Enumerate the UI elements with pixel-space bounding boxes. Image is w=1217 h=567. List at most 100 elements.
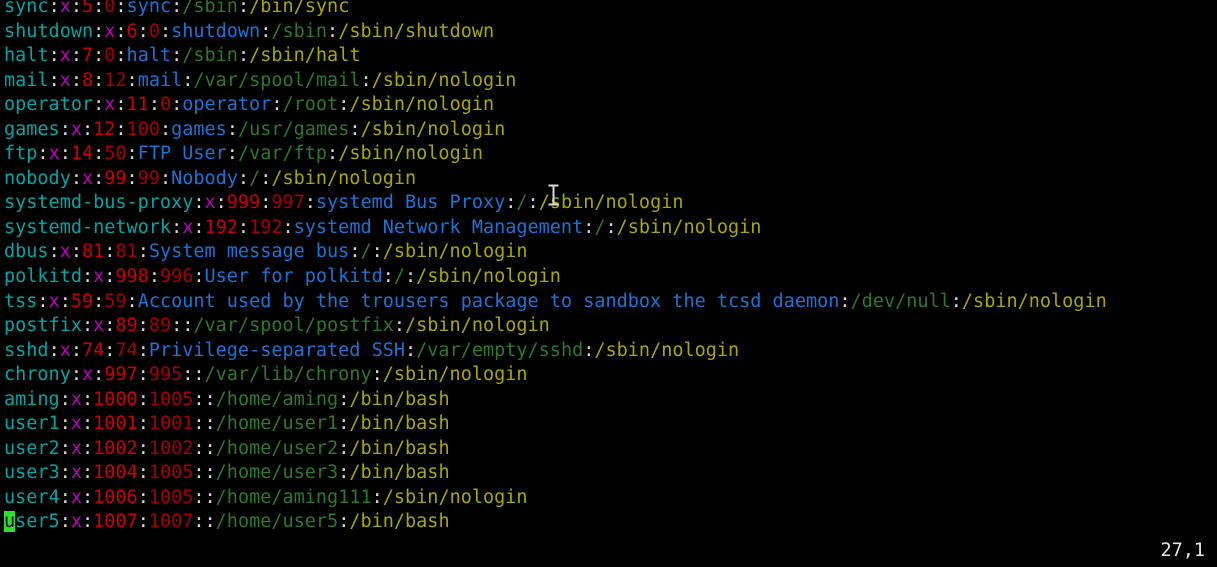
- passwd-field-username: tss: [4, 290, 38, 312]
- passwd-field-separator: :: [115, 0, 127, 17]
- passwd-field-password: x: [59, 241, 71, 263]
- passwd-line[interactable]: nobody:x:99:99:Nobody:/:/sbin/nologin: [4, 167, 1107, 192]
- passwd-field-username: ser5: [15, 511, 60, 533]
- passwd-field-username: polkitd: [4, 266, 82, 288]
- passwd-field-separator: :: [950, 290, 962, 312]
- passwd-field-separator: :: [137, 20, 149, 42]
- passwd-line[interactable]: halt:x:7:0:halt:/sbin:/sbin/halt: [4, 44, 1107, 69]
- passwd-field-separator: :: [193, 511, 205, 533]
- passwd-line[interactable]: operator:x:11:0:operator:/root:/sbin/nol…: [4, 93, 1107, 118]
- passwd-field-separator: :: [204, 413, 216, 435]
- passwd-field-home: /: [249, 167, 261, 189]
- passwd-field-password: x: [93, 315, 105, 337]
- passwd-field-separator: :: [93, 364, 105, 386]
- passwd-field-separator: :: [338, 388, 350, 410]
- passwd-field-gid: 0: [104, 0, 116, 17]
- passwd-field-separator: :: [159, 118, 172, 140]
- passwd-field-separator: :: [260, 20, 272, 42]
- passwd-field-separator: :: [204, 511, 216, 533]
- passwd-field-home: /var/empty/sshd: [416, 339, 584, 361]
- passwd-field-gecos: operator: [182, 94, 272, 116]
- passwd-field-uid: 74: [81, 339, 105, 361]
- passwd-field-uid: 8: [81, 69, 94, 91]
- passwd-line[interactable]: polkitd:x:998:996:User for polkitd:/:/sb…: [4, 265, 1107, 290]
- passwd-field-username: operator: [4, 94, 94, 116]
- passwd-field-separator: :: [327, 20, 339, 42]
- passwd-line[interactable]: postfix:x:89:89::/var/spool/postfix:/sbi…: [4, 314, 1107, 339]
- passwd-field-separator: :: [59, 143, 71, 165]
- passwd-line[interactable]: mail:x:8:12:mail:/var/spool/mail:/sbin/n…: [4, 69, 1107, 94]
- passwd-line[interactable]: chrony:x:997:995::/var/lib/chrony:/sbin/…: [4, 363, 1107, 388]
- passwd-field-shell: /sbin/nologin: [416, 266, 561, 288]
- passwd-field-separator: :: [104, 266, 116, 288]
- passwd-field-shell: /sbin/nologin: [538, 192, 684, 214]
- passwd-field-uid: 14: [70, 143, 94, 165]
- passwd-line[interactable]: games:x:12:100:games:/usr/games:/sbin/no…: [4, 118, 1107, 143]
- passwd-field-password: x: [70, 462, 82, 484]
- passwd-line[interactable]: tss:x:59:59:Account used by the trousers…: [4, 290, 1107, 315]
- passwd-field-separator: :: [137, 413, 149, 435]
- passwd-field-uid: 81: [81, 241, 105, 263]
- passwd-line[interactable]: user4:x:1006:1005::/home/aming111:/sbin/…: [4, 486, 1107, 511]
- passwd-field-separator: :: [237, 167, 250, 189]
- passwd-line[interactable]: systemd-bus-proxy:x:999:997:systemd Bus …: [4, 191, 1107, 216]
- passwd-field-separator: :: [193, 192, 205, 214]
- passwd-field-separator: :: [48, 339, 60, 361]
- vim-block-cursor[interactable]: u: [4, 511, 16, 533]
- passwd-field-separator: :: [93, 69, 105, 91]
- terminal-window[interactable]: sync:x:5:0:sync:/sbin:/bin/sync shutdown:…: [0, 0, 1217, 567]
- passwd-field-separator: :: [215, 192, 227, 214]
- passwd-field-separator: :: [393, 315, 405, 337]
- passwd-field-separator: :: [159, 167, 172, 189]
- passwd-field-password: x: [104, 94, 116, 116]
- passwd-field-separator: :: [327, 143, 339, 165]
- passwd-field-separator: :: [48, 45, 60, 67]
- passwd-field-separator: :: [204, 437, 216, 459]
- passwd-field-separator: :: [37, 290, 49, 312]
- passwd-field-separator: :: [81, 388, 94, 410]
- passwd-line[interactable]: user3:x:1004:1005::/home/user3:/bin/bash: [4, 461, 1107, 486]
- passwd-field-separator: :: [193, 437, 205, 459]
- passwd-field-shell: /sbin/nologin: [338, 143, 483, 165]
- passwd-field-separator: :: [237, 45, 250, 67]
- passwd-line[interactable]: systemd-network:x:192:192:systemd Networ…: [4, 216, 1107, 241]
- passwd-field-username: sync: [4, 0, 49, 17]
- passwd-line[interactable]: sshd:x:74:74:Privilege-separated SSH:/va…: [4, 339, 1107, 364]
- passwd-field-separator: :: [159, 20, 172, 42]
- passwd-field-separator: :: [371, 486, 383, 508]
- passwd-field-password: x: [70, 118, 82, 140]
- passwd-field-password: x: [48, 143, 60, 165]
- passwd-field-separator: :: [405, 266, 417, 288]
- passwd-field-separator: :: [126, 290, 138, 312]
- passwd-line[interactable]: aming:x:1000:1005::/home/aming:/bin/bash: [4, 388, 1107, 413]
- passwd-field-separator: :: [148, 94, 160, 116]
- passwd-field-home: /var/lib/chrony: [204, 364, 372, 386]
- passwd-field-username: halt: [4, 45, 49, 67]
- passwd-field-gid: 12: [104, 69, 127, 91]
- passwd-line[interactable]: user5:x:1007:1007::/home/user5:/bin/bash: [4, 510, 1107, 535]
- passwd-field-home: /var/ftp: [237, 143, 328, 165]
- passwd-field-gid: 99: [137, 167, 160, 189]
- passwd-field-username: user2: [4, 437, 60, 459]
- passwd-field-separator: :: [338, 462, 350, 484]
- passwd-field-separator: :: [349, 241, 361, 263]
- passwd-field-uid: 7: [81, 45, 94, 67]
- passwd-field-shell: /sbin/nologin: [271, 167, 417, 189]
- passwd-field-separator: :: [338, 511, 350, 533]
- passwd-field-separator: :: [193, 216, 205, 238]
- passwd-line[interactable]: sync:x:5:0:sync:/sbin:/bin/sync: [4, 0, 1107, 20]
- passwd-field-separator: :: [59, 118, 71, 140]
- passwd-field-uid: 999: [226, 192, 261, 214]
- passwd-file-buffer[interactable]: sync:x:5:0:sync:/sbin:/bin/sync shutdown:…: [4, 0, 1107, 535]
- passwd-line[interactable]: ftp:x:14:50:FTP User:/var/ftp:/sbin/nolo…: [4, 142, 1107, 167]
- passwd-field-shell: /sbin/nologin: [371, 69, 517, 91]
- passwd-field-separator: :: [70, 167, 82, 189]
- passwd-line[interactable]: user2:x:1002:1002::/home/user2:/bin/bash: [4, 437, 1107, 462]
- passwd-field-uid: 998: [115, 266, 149, 288]
- passwd-field-home: /home/user5: [215, 511, 339, 533]
- passwd-field-separator: :: [37, 143, 49, 165]
- passwd-field-password: x: [70, 413, 82, 435]
- passwd-line[interactable]: dbus:x:81:81:System message bus:/:/sbin/…: [4, 240, 1107, 265]
- passwd-line[interactable]: shutdown:x:6:0:shutdown:/sbin:/sbin/shut…: [4, 20, 1107, 45]
- passwd-line[interactable]: user1:x:1001:1001::/home/user1:/bin/bash: [4, 412, 1107, 437]
